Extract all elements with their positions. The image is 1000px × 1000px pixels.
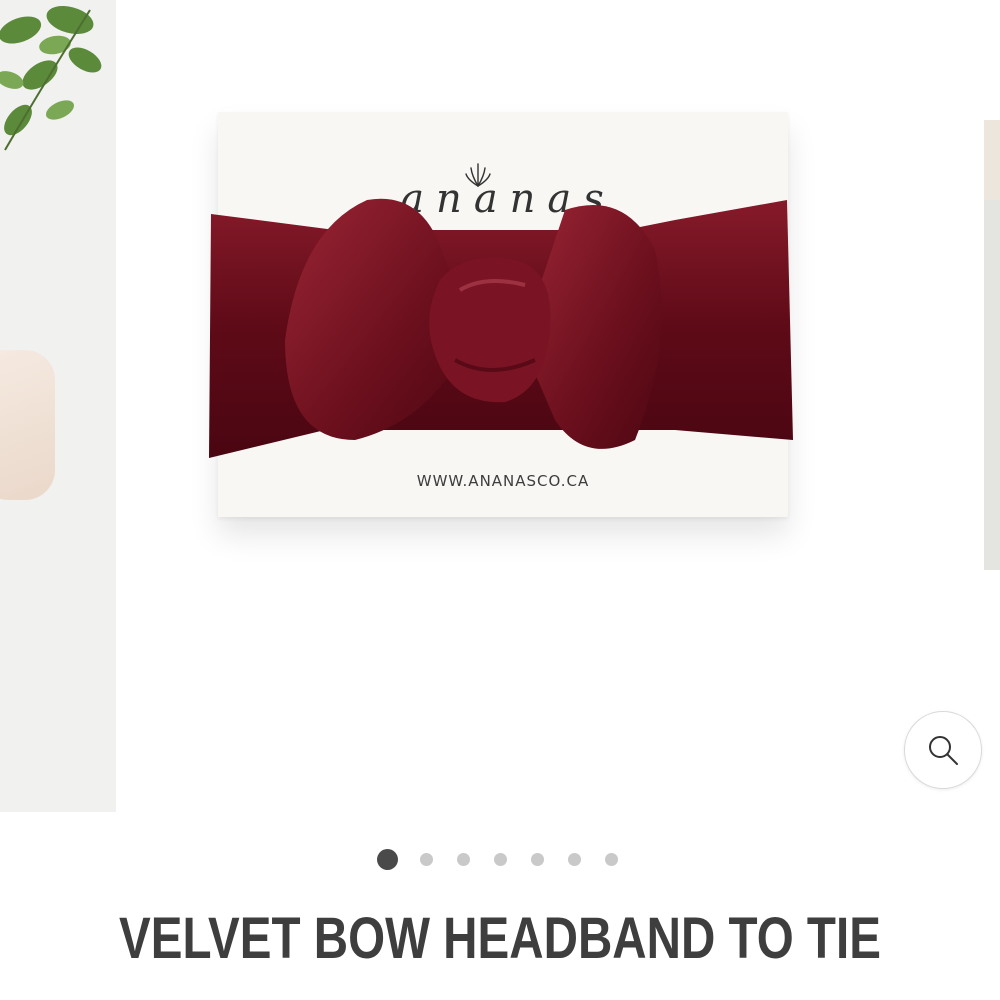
white-headband-image	[984, 200, 1000, 570]
carousel-pagination	[377, 848, 618, 870]
product-image-carousel[interactable]: ananas WWW.ANANASCO.CA	[0, 0, 1000, 820]
pagination-dot-1[interactable]	[377, 848, 398, 870]
cream-headband-image	[0, 350, 55, 500]
pagination-dot-5[interactable]	[531, 852, 544, 866]
zoom-button[interactable]	[904, 711, 982, 789]
current-slide: ananas WWW.ANANASCO.CA	[130, 0, 982, 820]
pagination-dot-7[interactable]	[605, 852, 618, 866]
velvet-bow-headband-image	[209, 198, 793, 458]
plant-decoration	[0, 5, 102, 151]
previous-slide-image[interactable]	[0, 0, 116, 812]
pagination-dot-4[interactable]	[494, 852, 507, 866]
pagination-dot-6[interactable]	[568, 852, 581, 866]
next-slide-image[interactable]	[984, 120, 1000, 570]
pagination-dot-2[interactable]	[420, 852, 433, 866]
zoom-icon	[929, 736, 958, 765]
pagination-dot-3[interactable]	[457, 852, 470, 866]
product-title: VELVET BOW HEADBAND TO TIE	[119, 906, 881, 971]
